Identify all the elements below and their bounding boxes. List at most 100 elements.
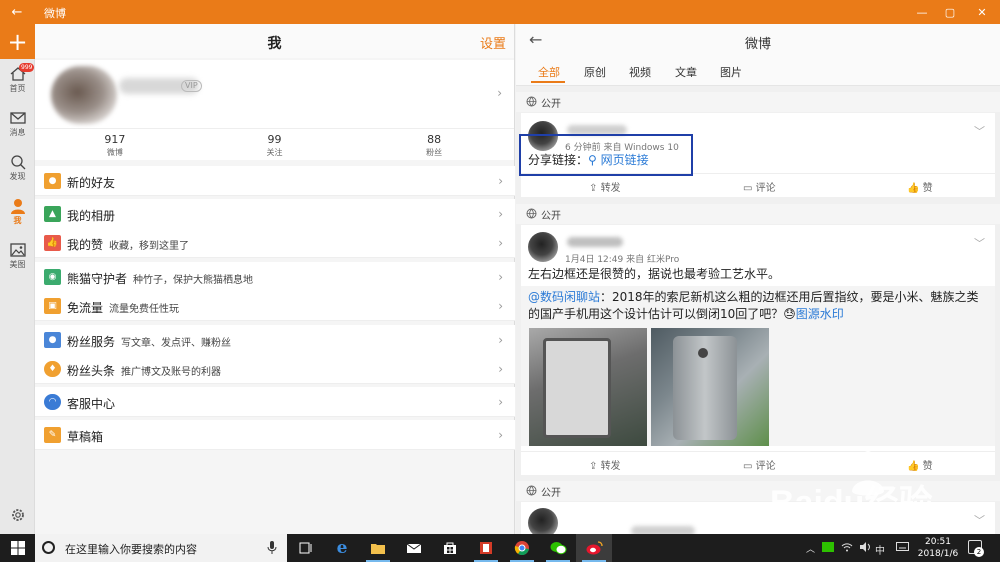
- feed-tabs: 全部 原创 视频 文章 图片: [516, 58, 1000, 86]
- visibility-label: 公开: [541, 99, 561, 110]
- globe-icon: [526, 208, 537, 219]
- stat-number: 88: [427, 133, 442, 146]
- settings-link[interactable]: 设置: [480, 33, 506, 52]
- search-box[interactable]: 在这里输入你要搜索的内容: [35, 534, 287, 562]
- menu-item-free-data[interactable]: ▣ 免流量 流量免费任性玩 ›: [35, 291, 515, 321]
- nav-label-gallery: 美图: [9, 260, 26, 269]
- stat-weibo[interactable]: 917 微博: [35, 129, 195, 160]
- wechat-icon[interactable]: [540, 534, 576, 562]
- tab-article[interactable]: 文章: [675, 64, 697, 80]
- feed-header: ← 微博: [516, 24, 1000, 58]
- nav-rail: + 首页 999 消息 发现 我 美图: [0, 24, 35, 534]
- tab-video[interactable]: 视频: [629, 64, 651, 80]
- clock-time: 20:51: [925, 537, 951, 547]
- comment-button[interactable]: ▭ 评论: [743, 457, 776, 472]
- chrome-icon[interactable]: [504, 534, 540, 562]
- chevron-right-icon: ›: [498, 299, 503, 313]
- stat-label: 微博: [106, 148, 123, 157]
- office-icon[interactable]: [468, 534, 504, 562]
- task-view-icon[interactable]: [288, 534, 324, 562]
- chevron-down-icon[interactable]: ﹀: [974, 235, 985, 251]
- maximize-button[interactable]: ▢: [934, 0, 966, 24]
- ime-indicator[interactable]: 中: [875, 542, 885, 557]
- post-card[interactable]: 1月4日 12:49 来自 红米Pro ﹀ 左右边框还是很赞的，据说也最考验工艺…: [521, 225, 995, 475]
- avatar[interactable]: [528, 508, 558, 534]
- settings-button[interactable]: [0, 502, 35, 528]
- volume-icon[interactable]: [859, 542, 871, 555]
- headset-icon: ◠: [44, 394, 61, 410]
- notification-count: 2: [974, 547, 984, 557]
- image-icon: [9, 243, 26, 257]
- menu-item-likes[interactable]: 👍 我的赞 收藏，移到这里了 ›: [35, 228, 515, 258]
- window-title: 微博: [44, 7, 66, 20]
- menu-item-fan-headline[interactable]: ♦ 粉丝头条 推广博文及账号的利器 ›: [35, 354, 515, 384]
- tab-image[interactable]: 图片: [720, 64, 742, 80]
- image-source-link[interactable]: 图源水印: [796, 307, 844, 321]
- watermark-url: jingyan.baidu.com: [774, 515, 903, 532]
- chevron-right-icon: ›: [498, 270, 503, 284]
- profile-card[interactable]: VIP ›: [35, 60, 514, 128]
- weibo-icon[interactable]: [576, 534, 612, 562]
- edge-icon[interactable]: e: [324, 534, 360, 562]
- nav-item-gallery[interactable]: 美图: [0, 238, 35, 278]
- start-button[interactable]: [0, 534, 35, 562]
- menu-item-fan-service[interactable]: ● 粉丝服务 写文章、发点评、赚粉丝 ›: [35, 325, 515, 355]
- chevron-down-icon[interactable]: ﹀: [974, 512, 985, 528]
- chevron-right-icon: ›: [498, 174, 503, 188]
- tray-app-icon[interactable]: [822, 542, 834, 555]
- mail-icon[interactable]: [396, 534, 432, 562]
- stat-following[interactable]: 99 关注: [195, 129, 355, 160]
- menu-label: 熊猫守护者 种竹子，保护大熊猫栖息地: [67, 272, 254, 286]
- tray-chevron-icon[interactable]: ︿: [806, 542, 815, 555]
- fan-headline-icon: ♦: [44, 361, 61, 377]
- nav-label-me: 我: [13, 216, 22, 225]
- globe-icon: [526, 485, 537, 496]
- menu-item-panda[interactable]: ◉ 熊猫守护者 种竹子，保护大熊猫栖息地 ›: [35, 262, 515, 292]
- microphone-icon[interactable]: [267, 540, 277, 555]
- menu-item-album[interactable]: ▲ 我的相册 ›: [35, 199, 515, 229]
- mail-icon: [9, 112, 26, 124]
- back-arrow-icon: ←: [11, 4, 23, 20]
- post-image-1[interactable]: [529, 328, 647, 446]
- menu-item-drafts[interactable]: ✎ 草稿箱 ›: [35, 420, 515, 450]
- avatar[interactable]: [528, 232, 558, 262]
- stat-number: 99: [267, 133, 282, 146]
- store-icon[interactable]: [432, 534, 468, 562]
- nav-item-discover[interactable]: 发现: [0, 150, 35, 190]
- back-button[interactable]: ←: [0, 0, 34, 24]
- close-button[interactable]: ✕: [966, 0, 998, 24]
- tab-original[interactable]: 原创: [584, 64, 606, 80]
- page-title: 我: [267, 36, 282, 52]
- nav-item-messages[interactable]: 消息: [0, 106, 35, 146]
- stat-followers[interactable]: 88 粉丝: [354, 129, 514, 160]
- repost-text: @数码闲聊站：2018年的索尼新机这么粗的边框还用后置指纹，要是小米、魅族之类的…: [528, 290, 979, 321]
- repost-button[interactable]: ⇪ 转发: [589, 457, 621, 472]
- repost-button[interactable]: ⇪ 转发: [589, 179, 621, 194]
- wifi-icon[interactable]: [841, 542, 853, 555]
- username-blurred: [567, 237, 623, 247]
- highlight-box: [519, 134, 693, 176]
- visibility-header: 公开: [516, 92, 1000, 112]
- menu-item-new-friends[interactable]: ● 新的好友 ›: [35, 166, 515, 196]
- visibility-label: 公开: [541, 488, 561, 499]
- tab-all[interactable]: 全部: [538, 64, 560, 80]
- draft-icon: ✎: [44, 427, 61, 443]
- keyboard-icon[interactable]: [896, 542, 909, 554]
- title-bar: ← 微博 — ▢ ✕: [0, 0, 1000, 24]
- post-image-2[interactable]: [651, 328, 769, 446]
- feed-title: 微博: [744, 37, 771, 52]
- fan-service-icon: ●: [44, 332, 61, 348]
- repost-user-link[interactable]: @数码闲聊站: [528, 290, 600, 304]
- clock[interactable]: 20:51 2018/1/6: [916, 536, 960, 560]
- chevron-down-icon[interactable]: ﹀: [974, 123, 985, 139]
- compose-button[interactable]: +: [0, 24, 35, 59]
- like-button[interactable]: 👍 赞: [907, 179, 933, 194]
- like-button[interactable]: 👍 赞: [907, 457, 933, 472]
- explorer-icon[interactable]: [360, 534, 396, 562]
- repost-block[interactable]: @数码闲聊站：2018年的索尼新机这么粗的边框还用后置指纹，要是小米、魅族之类的…: [521, 286, 995, 446]
- menu-item-customer-service[interactable]: ◠ 客服中心 ›: [35, 387, 515, 417]
- comment-button[interactable]: ▭ 评论: [743, 179, 776, 194]
- nav-item-me[interactable]: 我: [0, 194, 35, 234]
- chevron-right-icon: ›: [498, 395, 503, 409]
- nav-item-home[interactable]: 首页 999: [0, 62, 35, 102]
